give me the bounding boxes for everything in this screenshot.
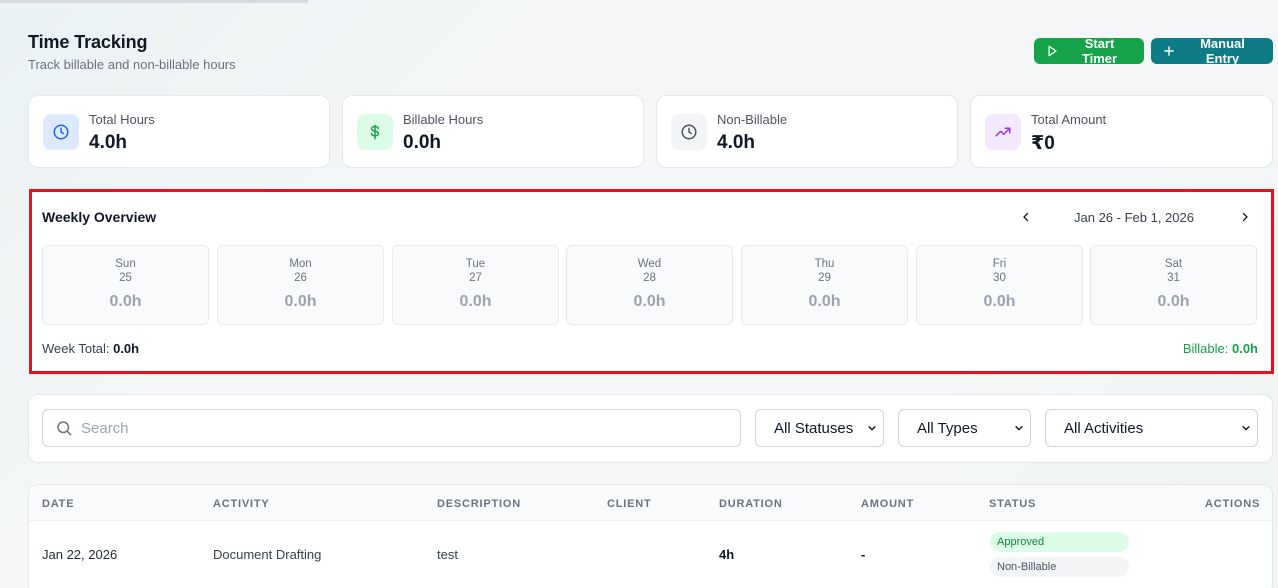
weekly-overview-title: Weekly Overview bbox=[42, 209, 157, 225]
chevron-right-icon bbox=[1242, 212, 1248, 222]
day-hours: 0.0h bbox=[808, 293, 841, 310]
stat-value: 4.0h bbox=[89, 132, 128, 153]
column-header-amount: AMOUNT bbox=[861, 498, 915, 510]
day-hours: 0.0h bbox=[459, 293, 492, 310]
clock-icon bbox=[671, 114, 707, 150]
billable-total-label: Billable: bbox=[1182, 341, 1229, 356]
billing-badge: Non-Billable bbox=[990, 557, 1129, 577]
cell-date: Jan 22, 2026 bbox=[42, 547, 118, 562]
day-name: Tue bbox=[465, 258, 486, 270]
stat-label: Non-Billable bbox=[717, 112, 788, 127]
manual-entry-button[interactable]: Manual Entry bbox=[1151, 36, 1273, 66]
stat-card-total-hours: Total Hours 4.0h bbox=[28, 95, 330, 168]
day-card-tue[interactable]: Tue 27 0.0h bbox=[392, 245, 559, 325]
page-title: Time Tracking bbox=[28, 32, 148, 52]
day-name: Mon bbox=[289, 258, 312, 270]
stat-value: 4.0h bbox=[717, 132, 756, 153]
day-name: Thu bbox=[814, 258, 835, 270]
chevron-down-icon bbox=[1242, 426, 1250, 431]
week-total: Week Total: 0.0h bbox=[42, 341, 139, 356]
day-date: 29 bbox=[818, 272, 831, 284]
next-week-button[interactable] bbox=[1237, 209, 1253, 225]
day-date: 31 bbox=[1167, 272, 1180, 284]
column-header-actions: ACTIONS bbox=[1205, 498, 1261, 510]
cell-duration: 4h bbox=[719, 547, 735, 562]
start-timer-label: Start Timer bbox=[1081, 36, 1118, 66]
clock-icon bbox=[43, 114, 79, 150]
status-badge: Approved bbox=[990, 532, 1129, 552]
day-name: Wed bbox=[637, 258, 662, 270]
day-date: 28 bbox=[643, 272, 656, 284]
stat-value: 0.0h bbox=[403, 132, 442, 153]
top-progress-line bbox=[0, 0, 308, 3]
day-card-mon[interactable]: Mon 26 0.0h bbox=[217, 245, 384, 325]
status-filter-value: All Statuses bbox=[774, 419, 854, 437]
column-header-status: STATUS bbox=[989, 498, 1037, 510]
day-card-sat[interactable]: Sat 31 0.0h bbox=[1090, 245, 1257, 325]
column-header-activity: ACTIVITY bbox=[213, 498, 270, 510]
day-card-wed[interactable]: Wed 28 0.0h bbox=[566, 245, 733, 325]
stat-value: ₹0 bbox=[1031, 133, 1055, 154]
trending-up-icon bbox=[985, 114, 1021, 150]
day-hours: 0.0h bbox=[633, 293, 666, 310]
search-box[interactable] bbox=[42, 409, 741, 447]
plus-icon bbox=[1164, 46, 1174, 56]
week-total-value: 0.0h bbox=[113, 341, 140, 356]
previous-week-button[interactable] bbox=[1018, 209, 1034, 225]
activity-filter-select[interactable]: All Activities bbox=[1045, 409, 1258, 447]
type-filter-select[interactable]: All Types bbox=[898, 409, 1031, 447]
day-date: 30 bbox=[993, 272, 1006, 284]
status-filter-select[interactable]: All Statuses bbox=[755, 409, 884, 447]
chevron-down-icon bbox=[1015, 426, 1023, 431]
stat-card-total-amount: Total Amount ₹0 bbox=[970, 95, 1273, 168]
day-hours: 0.0h bbox=[284, 293, 317, 310]
search-input[interactable] bbox=[81, 419, 721, 437]
column-header-description: DESCRIPTION bbox=[437, 498, 521, 510]
day-name: Sun bbox=[115, 258, 136, 270]
chevron-down-icon bbox=[868, 426, 876, 431]
stat-card-non-billable: Non-Billable 4.0h bbox=[656, 95, 958, 168]
day-date: 25 bbox=[119, 272, 132, 284]
stat-label: Total Hours bbox=[89, 112, 155, 127]
day-date: 27 bbox=[469, 272, 482, 284]
day-date: 26 bbox=[294, 272, 307, 284]
week-total-label: Week Total: bbox=[42, 341, 110, 356]
page-subtitle: Track billable and non-billable hours bbox=[28, 57, 236, 72]
start-timer-button[interactable]: Start Timer bbox=[1034, 36, 1144, 66]
day-card-thu[interactable]: Thu 29 0.0h bbox=[741, 245, 908, 325]
stat-label: Total Amount bbox=[1031, 112, 1107, 127]
cell-description: test bbox=[437, 547, 458, 562]
manual-entry-label: Manual Entry bbox=[1200, 36, 1245, 66]
search-icon bbox=[57, 421, 72, 436]
stat-card-billable-hours: Billable Hours 0.0h bbox=[342, 95, 644, 168]
type-filter-value: All Types bbox=[917, 419, 978, 437]
activity-filter-value: All Activities bbox=[1064, 419, 1144, 437]
page-header: Time Tracking Track billable and non-bil… bbox=[28, 32, 236, 72]
chevron-left-icon bbox=[1023, 212, 1029, 222]
day-card-sun[interactable]: Sun 25 0.0h bbox=[42, 245, 209, 325]
stat-label: Billable Hours bbox=[403, 112, 484, 127]
column-header-date: DATE bbox=[42, 498, 75, 510]
billable-total-value: 0.0h bbox=[1231, 341, 1258, 356]
day-card-fri[interactable]: Fri 30 0.0h bbox=[916, 245, 1083, 325]
column-header-duration: DURATION bbox=[719, 498, 783, 510]
day-hours: 0.0h bbox=[1157, 293, 1190, 310]
cell-activity: Document Drafting bbox=[213, 547, 322, 562]
column-header-client: CLIENT bbox=[607, 498, 652, 510]
day-hours: 0.0h bbox=[983, 293, 1016, 310]
billable-total: Billable: 0.0h bbox=[1183, 341, 1258, 356]
play-icon bbox=[1048, 45, 1057, 57]
day-name: Sat bbox=[1164, 258, 1183, 270]
week-date-range: Jan 26 - Feb 1, 2026 bbox=[1074, 210, 1194, 225]
dollar-icon bbox=[357, 114, 393, 150]
day-hours: 0.0h bbox=[109, 293, 142, 310]
cell-amount: - bbox=[861, 547, 866, 562]
day-name: Fri bbox=[992, 258, 1007, 270]
